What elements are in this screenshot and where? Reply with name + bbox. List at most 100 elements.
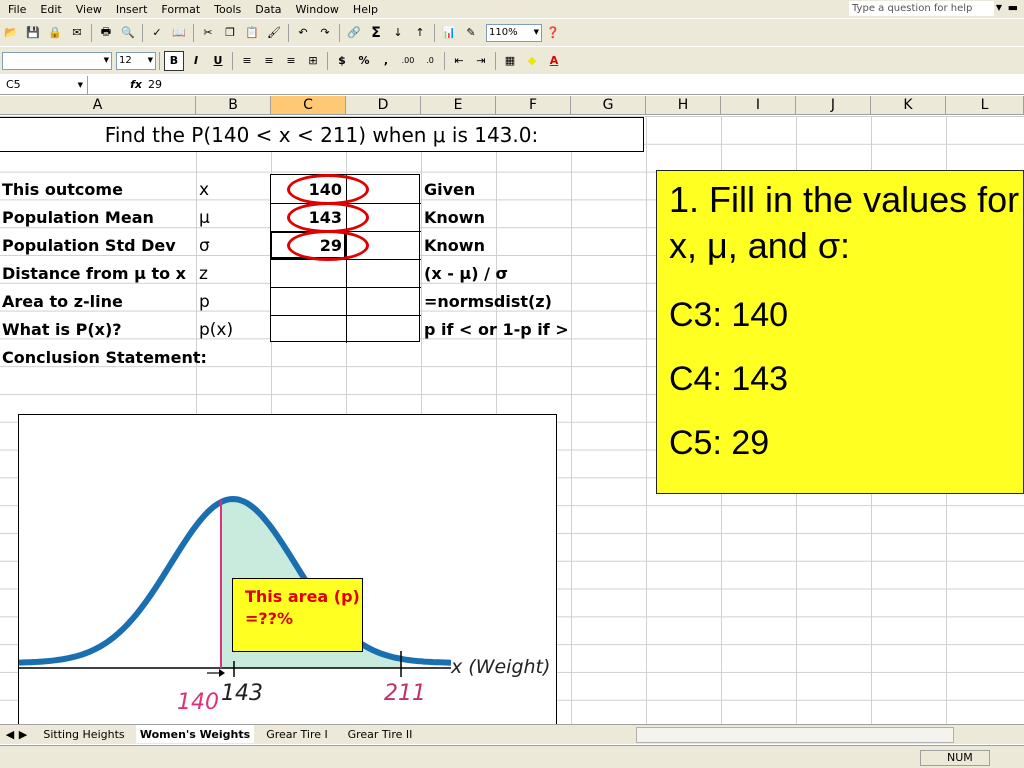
merge-center-icon[interactable]: ⊞: [303, 51, 323, 71]
name-box[interactable]: C5 ▼: [0, 75, 88, 94]
paste-icon[interactable]: 📋: [242, 23, 262, 43]
help-search-input[interactable]: Type a question for help: [849, 1, 994, 16]
symbol-sigma[interactable]: σ: [199, 236, 210, 256]
column-header-d[interactable]: D: [346, 96, 421, 115]
undo-icon[interactable]: ↶: [293, 23, 313, 43]
redo-icon[interactable]: ↷: [315, 23, 335, 43]
column-header-c[interactable]: C: [271, 96, 346, 115]
borders-icon[interactable]: ▦: [500, 51, 520, 71]
title-cell[interactable]: Find the P(140 < x < 211) when μ is 143.…: [0, 117, 644, 152]
label-what-is-px[interactable]: What is P(x)?: [2, 320, 122, 339]
note-given[interactable]: Given: [424, 180, 475, 199]
sort-descending-icon[interactable]: ↑: [410, 23, 430, 43]
help-icon[interactable]: ❓: [543, 23, 563, 43]
note-p-rule[interactable]: p if < or 1-p if >: [424, 320, 569, 339]
instruction-textbox[interactable]: 1. Fill in the values for x, μ, and σ: C…: [656, 170, 1024, 494]
column-header-f[interactable]: F: [496, 96, 571, 115]
zoom-select[interactable]: 110% ▼: [486, 23, 542, 42]
next-sheet-icon[interactable]: ▶: [17, 725, 29, 743]
menu-file[interactable]: File: [8, 3, 26, 16]
menu-help[interactable]: Help: [353, 3, 378, 16]
menu-tools[interactable]: Tools: [214, 3, 241, 16]
column-header-g[interactable]: G: [571, 96, 646, 115]
note-z-formula[interactable]: (x - μ) / σ: [424, 264, 508, 283]
font-name-select[interactable]: ▼: [2, 51, 112, 70]
hyperlink-icon[interactable]: 🔗: [344, 23, 364, 43]
horizontal-scrollbar[interactable]: [636, 727, 954, 743]
column-header-l[interactable]: L: [946, 96, 1024, 115]
cut-icon[interactable]: ✂: [198, 23, 218, 43]
open-icon[interactable]: 📂: [1, 23, 21, 43]
format-painter-icon[interactable]: 🖌: [264, 23, 284, 43]
note-known-mean[interactable]: Known: [424, 208, 485, 227]
tab-grear-tire-1[interactable]: Grear Tire I: [258, 725, 336, 743]
menu-insert[interactable]: Insert: [116, 3, 148, 16]
increase-indent-icon[interactable]: ⇥: [471, 51, 491, 71]
column-header-j[interactable]: J: [796, 96, 871, 115]
font-size-select[interactable]: 12 ▼: [116, 51, 156, 70]
bold-icon[interactable]: B: [164, 50, 184, 71]
copy-icon[interactable]: ❐: [220, 23, 240, 43]
label-population-std-dev[interactable]: Population Std Dev: [2, 236, 176, 255]
menu-format[interactable]: Format: [161, 3, 200, 16]
insert-function-icon[interactable]: fx: [88, 78, 148, 91]
normal-curve-picture[interactable]: 140 143 211 x (Weight): [18, 414, 557, 726]
symbol-p[interactable]: p: [199, 292, 210, 312]
column-header-e[interactable]: E: [421, 96, 496, 115]
email-icon[interactable]: ✉: [67, 23, 87, 43]
increase-decimal-icon[interactable]: .00: [398, 51, 418, 71]
label-140: 140: [177, 690, 219, 715]
symbol-mu[interactable]: μ: [199, 208, 210, 228]
currency-icon[interactable]: $: [332, 51, 352, 71]
chevron-down-icon: ▼: [533, 27, 539, 36]
note-normsdist[interactable]: =normsdist(z): [424, 292, 552, 311]
menu-view[interactable]: View: [76, 3, 102, 16]
symbol-z[interactable]: z: [199, 264, 208, 284]
save-icon[interactable]: 💾: [23, 23, 43, 43]
font-color-icon[interactable]: A: [544, 51, 564, 71]
menu-data[interactable]: Data: [255, 3, 281, 16]
label-this-outcome[interactable]: This outcome: [2, 180, 123, 199]
column-header-h[interactable]: H: [646, 96, 721, 115]
symbol-px[interactable]: p(x): [199, 320, 233, 340]
tab-grear-tire-2[interactable]: Grear Tire II: [340, 725, 420, 743]
tab-womens-weights[interactable]: Women's Weights: [136, 725, 254, 743]
label-area-to-z-line[interactable]: Area to z-line: [2, 292, 123, 311]
first-sheet-icon[interactable]: ◀: [4, 725, 16, 743]
chevron-down-icon[interactable]: ▼: [996, 3, 1002, 12]
decrease-decimal-icon[interactable]: .0: [420, 51, 440, 71]
column-header-b[interactable]: B: [196, 96, 271, 115]
underline-icon[interactable]: U: [208, 51, 228, 71]
column-header-a[interactable]: A: [0, 96, 196, 115]
decrease-indent-icon[interactable]: ⇤: [449, 51, 469, 71]
sort-ascending-icon[interactable]: ↓: [388, 23, 408, 43]
drawing-icon[interactable]: ✎: [461, 23, 481, 43]
align-right-icon[interactable]: ≡: [281, 51, 301, 71]
menu-edit[interactable]: Edit: [40, 3, 61, 16]
print-preview-icon[interactable]: 🔍: [118, 23, 138, 43]
column-header-k[interactable]: K: [871, 96, 946, 115]
research-icon[interactable]: 📖: [169, 23, 189, 43]
spelling-icon[interactable]: ✓: [147, 23, 167, 43]
chart-wizard-icon[interactable]: 📊: [439, 23, 459, 43]
italic-icon[interactable]: I: [186, 51, 206, 71]
label-population-mean[interactable]: Population Mean: [2, 208, 154, 227]
symbol-x[interactable]: x: [199, 180, 209, 200]
align-center-icon[interactable]: ≡: [259, 51, 279, 71]
tab-sitting-heights[interactable]: Sitting Heights: [38, 725, 130, 743]
permission-icon[interactable]: 🔒: [45, 23, 65, 43]
align-left-icon[interactable]: ≡: [237, 51, 257, 71]
column-header-i[interactable]: I: [721, 96, 796, 115]
autosum-icon[interactable]: Σ: [366, 23, 386, 43]
area-callout-textbox[interactable]: This area (p) =??%: [232, 578, 363, 652]
note-known-sd[interactable]: Known: [424, 236, 485, 255]
comma-icon[interactable]: ,: [376, 51, 396, 71]
menu-window[interactable]: Window: [296, 3, 339, 16]
label-conclusion[interactable]: Conclusion Statement:: [2, 348, 207, 367]
percent-icon[interactable]: %: [354, 51, 374, 71]
fill-color-icon[interactable]: ◆: [522, 51, 542, 71]
close-icon[interactable]: ▬: [1008, 1, 1018, 14]
print-icon[interactable]: 🖶: [96, 23, 116, 43]
label-distance-from-mean[interactable]: Distance from μ to x: [2, 264, 186, 283]
formula-input[interactable]: 29: [148, 78, 162, 91]
